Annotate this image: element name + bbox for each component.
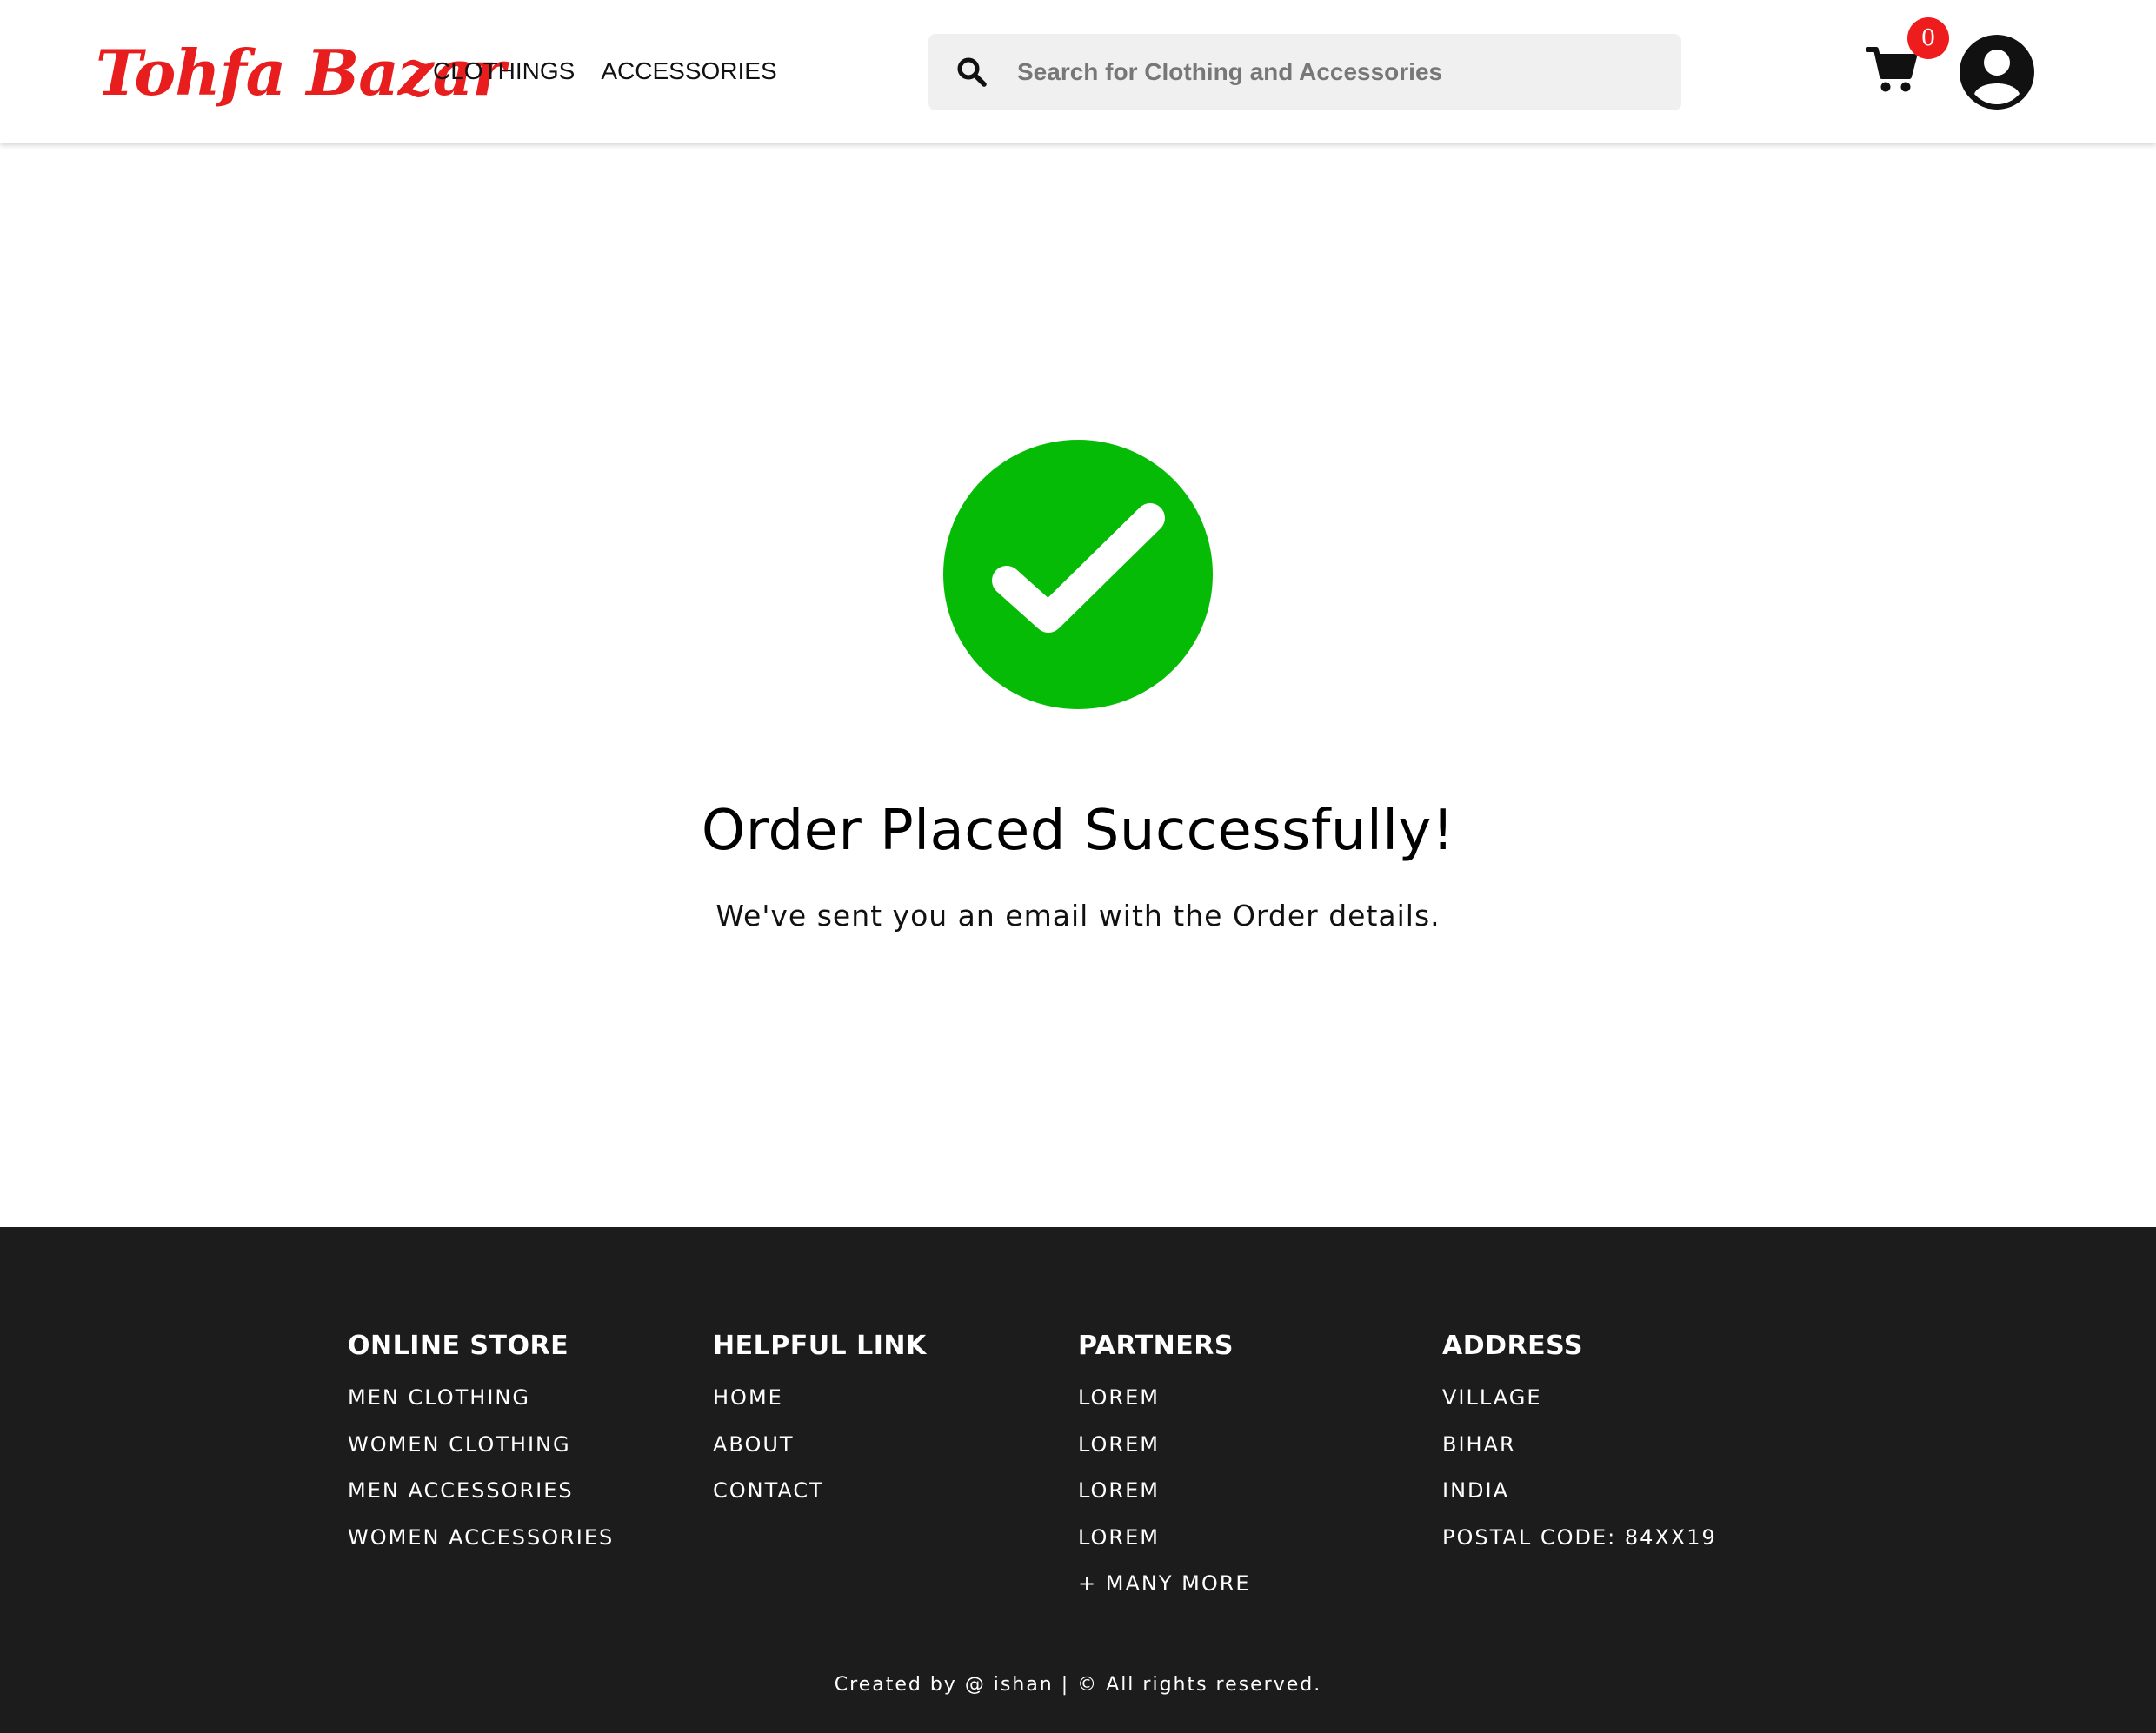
- nav-link-accessories[interactable]: ACCESSORIES: [601, 52, 776, 90]
- nav-link-clothings[interactable]: CLOTHINGS: [433, 52, 575, 90]
- search-icon[interactable]: [956, 55, 991, 90]
- footer-link-men-clothing[interactable]: MEN CLOTHING: [348, 1375, 614, 1422]
- footer-link-partner[interactable]: LOREM: [1078, 1375, 1251, 1422]
- footer-link-partner[interactable]: LOREM: [1078, 1422, 1251, 1469]
- footer-link-women-clothing[interactable]: WOMEN CLOTHING: [348, 1422, 614, 1469]
- search-bar: [928, 34, 1681, 110]
- footer-link-men-accessories[interactable]: MEN ACCESSORIES: [348, 1468, 614, 1515]
- address-line: INDIA: [1442, 1478, 1510, 1503]
- search-input[interactable]: [1017, 46, 1681, 98]
- address-postal-code: POSTAL CODE: 84XX19: [1442, 1524, 1717, 1550]
- footer-link-contact[interactable]: CONTACT: [713, 1468, 927, 1515]
- order-confirmation: Order Placed Successfully! We've sent yo…: [0, 143, 2156, 1227]
- confirmation-message: We've sent you an email with the Order d…: [715, 899, 1441, 933]
- cart-count-badge: 0: [1907, 17, 1949, 59]
- footer-link-partner[interactable]: LOREM: [1078, 1468, 1251, 1515]
- cart-icon[interactable]: [1865, 45, 1918, 94]
- footer-link-partner[interactable]: LOREM: [1078, 1515, 1251, 1562]
- footer-link-many-more[interactable]: + MANY MORE: [1078, 1561, 1251, 1608]
- footer-heading: ADDRESS: [1442, 1331, 1583, 1361]
- page-title: Order Placed Successfully!: [701, 799, 1455, 863]
- footer-column-helpful-link: HELPFUL LINK HOME ABOUT CONTACT: [713, 1328, 927, 1515]
- footer-link-about[interactable]: ABOUT: [713, 1422, 927, 1469]
- footer-heading: HELPFUL LINK: [713, 1331, 927, 1361]
- address-line: BIHAR: [1442, 1431, 1516, 1457]
- main-nav: CLOTHINGS ACCESSORIES: [433, 52, 777, 90]
- footer-column-online-store: ONLINE STORE MEN CLOTHING WOMEN CLOTHING…: [348, 1328, 614, 1561]
- footer-column-address: ADDRESS VILLAGE BIHAR INDIA POSTAL CODE:…: [1442, 1328, 1717, 1561]
- site-footer: ONLINE STORE MEN CLOTHING WOMEN CLOTHING…: [0, 1227, 2156, 1733]
- check-circle-icon: [942, 439, 1214, 710]
- footer-link-home[interactable]: HOME: [713, 1375, 927, 1422]
- footer-link-women-accessories[interactable]: WOMEN ACCESSORIES: [348, 1515, 614, 1562]
- footer-heading: ONLINE STORE: [348, 1331, 569, 1361]
- footer-column-partners: PARTNERS LOREM LOREM LOREM LOREM + MANY …: [1078, 1328, 1251, 1608]
- copyright-text: Created by @ ishan | © All rights reserv…: [834, 1674, 1322, 1696]
- site-header: Tohfa Bazar CLOTHINGS ACCESSORIES 0: [0, 0, 2156, 143]
- footer-heading: PARTNERS: [1078, 1331, 1234, 1361]
- user-avatar-icon[interactable]: [1958, 33, 2036, 111]
- address-line: VILLAGE: [1442, 1385, 1542, 1410]
